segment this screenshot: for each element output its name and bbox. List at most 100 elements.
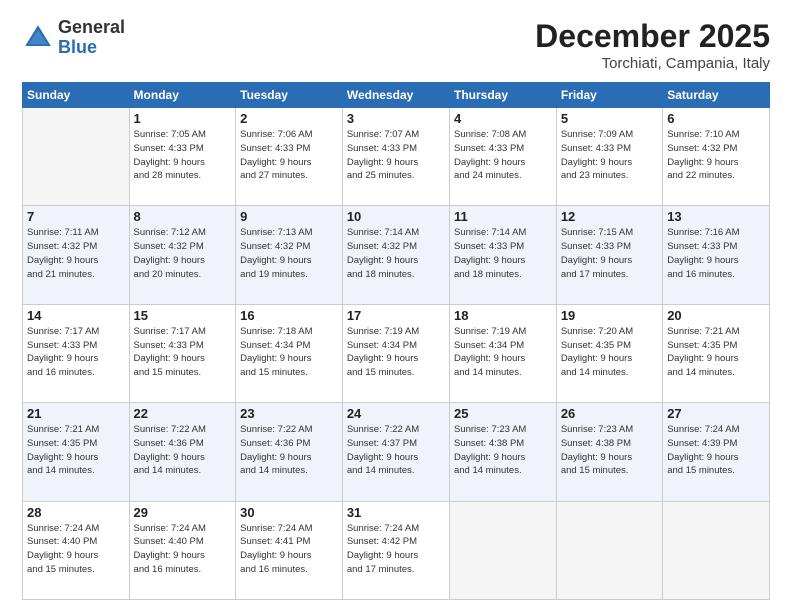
- day-number: 14: [27, 308, 125, 323]
- calendar-week-row: 21 Sunrise: 7:21 AM Sunset: 4:35 PM Dayli…: [23, 403, 770, 501]
- day-number: 3: [347, 111, 445, 126]
- calendar-cell: 20Sunrise: 7:21 AM Sunset: 4:35 PM Dayli…: [663, 304, 770, 402]
- calendar-cell: 28 Sunrise: 7:24 AM Sunset: 4:40 PM Dayli…: [23, 501, 130, 599]
- day-info: Sunrise: 7:10 AM Sunset: 4:32 PM Dayligh…: [667, 128, 765, 183]
- day-info: Sunrise: 7:21 AM Sunset: 4:35 PM Dayligh…: [667, 325, 765, 380]
- calendar-cell: 11 Sunrise: 7:14 AM Sunset: 4:33 PM Dayli…: [449, 206, 556, 304]
- day-number: 4: [454, 111, 552, 126]
- day-number: 19: [561, 308, 658, 323]
- day-info: Sunrise: 7:18 AM Sunset: 4:34 PM Dayligh…: [240, 325, 338, 380]
- day-info: Sunrise: 7:05 AM Sunset: 4:33 PM Dayligh…: [134, 128, 232, 183]
- calendar-cell: 8 Sunrise: 7:12 AM Sunset: 4:32 PM Daylig…: [129, 206, 236, 304]
- calendar-cell: [23, 108, 130, 206]
- location: Torchiati, Campania, Italy: [535, 55, 770, 72]
- calendar-cell: 6 Sunrise: 7:10 AM Sunset: 4:32 PM Daylig…: [663, 108, 770, 206]
- day-header: Sunday: [23, 83, 130, 108]
- calendar-cell: 19 Sunrise: 7:20 AM Sunset: 4:35 PM Dayli…: [556, 304, 662, 402]
- day-info: Sunrise: 7:24 AM Sunset: 4:40 PM Dayligh…: [27, 522, 125, 577]
- calendar-cell: 18 Sunrise: 7:19 AM Sunset: 4:34 PM Dayli…: [449, 304, 556, 402]
- calendar-week-row: 14 Sunrise: 7:17 AM Sunset: 4:33 PM Dayli…: [23, 304, 770, 402]
- day-number: 11: [454, 209, 552, 224]
- day-number: 21: [27, 406, 125, 421]
- calendar-cell: 14 Sunrise: 7:17 AM Sunset: 4:33 PM Dayli…: [23, 304, 130, 402]
- calendar: SundayMondayTuesdayWednesdayThursdayFrid…: [22, 82, 770, 600]
- header: General Blue December 2025 Torchiati, Ca…: [22, 18, 770, 72]
- day-number: 6: [667, 111, 765, 126]
- day-number: 13: [667, 209, 765, 224]
- calendar-cell: 24 Sunrise: 7:22 AM Sunset: 4:37 PM Dayli…: [342, 403, 449, 501]
- day-header: Thursday: [449, 83, 556, 108]
- day-number: 26: [561, 406, 658, 421]
- day-header: Tuesday: [236, 83, 343, 108]
- day-number: 15: [134, 308, 232, 323]
- page: General Blue December 2025 Torchiati, Ca…: [0, 0, 792, 612]
- day-info: Sunrise: 7:12 AM Sunset: 4:32 PM Dayligh…: [134, 226, 232, 281]
- logo-text: General Blue: [58, 18, 125, 58]
- day-info: Sunrise: 7:19 AM Sunset: 4:34 PM Dayligh…: [454, 325, 552, 380]
- calendar-cell: 10 Sunrise: 7:14 AM Sunset: 4:32 PM Dayli…: [342, 206, 449, 304]
- day-info: Sunrise: 7:11 AM Sunset: 4:32 PM Dayligh…: [27, 226, 125, 281]
- calendar-week-row: 1 Sunrise: 7:05 AM Sunset: 4:33 PM Daylig…: [23, 108, 770, 206]
- month-title: December 2025: [535, 18, 770, 55]
- day-info: Sunrise: 7:19 AM Sunset: 4:34 PM Dayligh…: [347, 325, 445, 380]
- calendar-cell: 22 Sunrise: 7:22 AM Sunset: 4:36 PM Dayli…: [129, 403, 236, 501]
- day-info: Sunrise: 7:22 AM Sunset: 4:36 PM Dayligh…: [240, 423, 338, 478]
- calendar-cell: 3 Sunrise: 7:07 AM Sunset: 4:33 PM Daylig…: [342, 108, 449, 206]
- calendar-cell: 5Sunrise: 7:09 AM Sunset: 4:33 PM Daylig…: [556, 108, 662, 206]
- day-number: 24: [347, 406, 445, 421]
- day-info: Sunrise: 7:24 AM Sunset: 4:42 PM Dayligh…: [347, 522, 445, 577]
- day-header: Saturday: [663, 83, 770, 108]
- day-number: 23: [240, 406, 338, 421]
- calendar-cell: 9 Sunrise: 7:13 AM Sunset: 4:32 PM Daylig…: [236, 206, 343, 304]
- calendar-week-row: 7 Sunrise: 7:11 AM Sunset: 4:32 PM Daylig…: [23, 206, 770, 304]
- day-info: Sunrise: 7:15 AM Sunset: 4:33 PM Dayligh…: [561, 226, 658, 281]
- logo: General Blue: [22, 18, 125, 58]
- calendar-cell: 1 Sunrise: 7:05 AM Sunset: 4:33 PM Daylig…: [129, 108, 236, 206]
- day-info: Sunrise: 7:14 AM Sunset: 4:33 PM Dayligh…: [454, 226, 552, 281]
- day-info: Sunrise: 7:24 AM Sunset: 4:41 PM Dayligh…: [240, 522, 338, 577]
- day-number: 17: [347, 308, 445, 323]
- calendar-cell: 15Sunrise: 7:17 AM Sunset: 4:33 PM Dayli…: [129, 304, 236, 402]
- day-info: Sunrise: 7:09 AM Sunset: 4:33 PM Dayligh…: [561, 128, 658, 183]
- day-info: Sunrise: 7:16 AM Sunset: 4:33 PM Dayligh…: [667, 226, 765, 281]
- day-header: Wednesday: [342, 83, 449, 108]
- day-info: Sunrise: 7:22 AM Sunset: 4:36 PM Dayligh…: [134, 423, 232, 478]
- day-number: 31: [347, 505, 445, 520]
- day-info: Sunrise: 7:24 AM Sunset: 4:39 PM Dayligh…: [667, 423, 765, 478]
- day-number: 7: [27, 209, 125, 224]
- title-block: December 2025 Torchiati, Campania, Italy: [535, 18, 770, 72]
- day-number: 10: [347, 209, 445, 224]
- calendar-week-row: 28 Sunrise: 7:24 AM Sunset: 4:40 PM Dayli…: [23, 501, 770, 599]
- calendar-cell: 25 Sunrise: 7:23 AM Sunset: 4:38 PM Dayli…: [449, 403, 556, 501]
- day-info: Sunrise: 7:22 AM Sunset: 4:37 PM Dayligh…: [347, 423, 445, 478]
- day-info: Sunrise: 7:14 AM Sunset: 4:32 PM Dayligh…: [347, 226, 445, 281]
- calendar-cell: 29Sunrise: 7:24 AM Sunset: 4:40 PM Dayli…: [129, 501, 236, 599]
- day-number: 16: [240, 308, 338, 323]
- calendar-cell: 21 Sunrise: 7:21 AM Sunset: 4:35 PM Dayli…: [23, 403, 130, 501]
- day-info: Sunrise: 7:24 AM Sunset: 4:40 PM Dayligh…: [134, 522, 232, 577]
- day-number: 1: [134, 111, 232, 126]
- day-number: 18: [454, 308, 552, 323]
- day-info: Sunrise: 7:07 AM Sunset: 4:33 PM Dayligh…: [347, 128, 445, 183]
- day-info: Sunrise: 7:23 AM Sunset: 4:38 PM Dayligh…: [561, 423, 658, 478]
- calendar-cell: [556, 501, 662, 599]
- day-number: 8: [134, 209, 232, 224]
- calendar-cell: 7 Sunrise: 7:11 AM Sunset: 4:32 PM Daylig…: [23, 206, 130, 304]
- calendar-cell: 16 Sunrise: 7:18 AM Sunset: 4:34 PM Dayli…: [236, 304, 343, 402]
- day-info: Sunrise: 7:20 AM Sunset: 4:35 PM Dayligh…: [561, 325, 658, 380]
- day-number: 22: [134, 406, 232, 421]
- calendar-cell: [663, 501, 770, 599]
- day-number: 28: [27, 505, 125, 520]
- day-number: 30: [240, 505, 338, 520]
- day-info: Sunrise: 7:06 AM Sunset: 4:33 PM Dayligh…: [240, 128, 338, 183]
- calendar-cell: 27Sunrise: 7:24 AM Sunset: 4:39 PM Dayli…: [663, 403, 770, 501]
- day-number: 25: [454, 406, 552, 421]
- logo-icon: [22, 22, 54, 54]
- calendar-cell: 30 Sunrise: 7:24 AM Sunset: 4:41 PM Dayli…: [236, 501, 343, 599]
- day-info: Sunrise: 7:23 AM Sunset: 4:38 PM Dayligh…: [454, 423, 552, 478]
- day-number: 12: [561, 209, 658, 224]
- day-info: Sunrise: 7:17 AM Sunset: 4:33 PM Dayligh…: [27, 325, 125, 380]
- day-number: 9: [240, 209, 338, 224]
- day-info: Sunrise: 7:21 AM Sunset: 4:35 PM Dayligh…: [27, 423, 125, 478]
- day-info: Sunrise: 7:13 AM Sunset: 4:32 PM Dayligh…: [240, 226, 338, 281]
